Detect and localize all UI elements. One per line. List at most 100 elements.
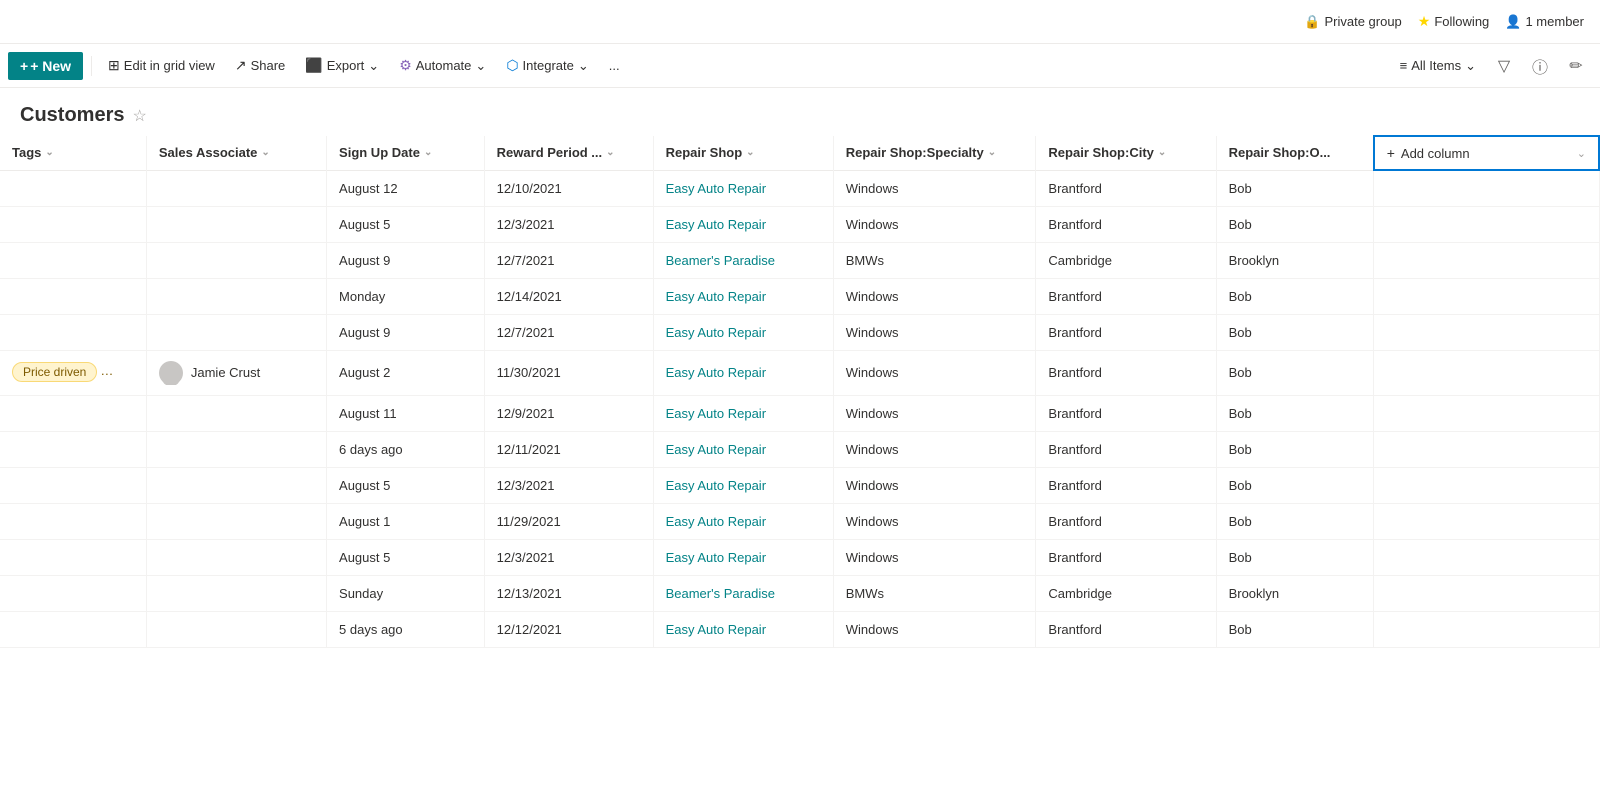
- favorite-star-icon[interactable]: ☆: [132, 106, 146, 126]
- col-header-reward-period[interactable]: Reward Period ... ⌄: [484, 136, 653, 170]
- cell-sign-up-date: August 9: [327, 242, 485, 278]
- col-header-repair-specialty[interactable]: Repair Shop:Specialty ⌄: [833, 136, 1036, 170]
- cell-tags: [0, 170, 146, 206]
- cell-add-column: [1374, 611, 1599, 647]
- cell-repair-shop[interactable]: Easy Auto Repair: [653, 431, 833, 467]
- table-row: August 912/7/2021Beamer's ParadiseBMWsCa…: [0, 242, 1599, 278]
- cell-repair-owner: Brooklyn: [1216, 242, 1374, 278]
- cell-sales-associate: [146, 242, 326, 278]
- cell-repair-city: Brantford: [1036, 431, 1216, 467]
- cell-tags: [0, 395, 146, 431]
- cell-repair-owner: Bob: [1216, 314, 1374, 350]
- cell-repair-specialty: Windows: [833, 170, 1036, 206]
- col-header-repair-shop[interactable]: Repair Shop ⌄: [653, 136, 833, 170]
- cell-reward-period: 12/7/2021: [484, 314, 653, 350]
- cell-repair-specialty: Windows: [833, 539, 1036, 575]
- col-header-sign-up-date[interactable]: Sign Up Date ⌄: [327, 136, 485, 170]
- person-icon: 👤: [1505, 14, 1521, 30]
- more-button[interactable]: ...: [601, 53, 628, 78]
- share-icon: ↗: [235, 57, 247, 74]
- add-column-button[interactable]: + Add column ⌄: [1387, 145, 1586, 161]
- cell-reward-period: 12/10/2021: [484, 170, 653, 206]
- cell-repair-shop[interactable]: Easy Auto Repair: [653, 278, 833, 314]
- add-column-header[interactable]: + Add column ⌄: [1374, 136, 1599, 170]
- cell-repair-city: Brantford: [1036, 611, 1216, 647]
- cell-add-column: [1374, 242, 1599, 278]
- table-header-row: Tags ⌄ Sales Associate ⌄ Sign Up Date ⌄: [0, 136, 1599, 170]
- integrate-button[interactable]: ⬡ Integrate ⌄: [498, 52, 596, 79]
- cell-sales-associate: [146, 314, 326, 350]
- cell-repair-owner: Bob: [1216, 431, 1374, 467]
- cell-reward-period: 11/30/2021: [484, 350, 653, 395]
- cell-reward-period: 12/3/2021: [484, 539, 653, 575]
- cell-reward-period: 12/7/2021: [484, 242, 653, 278]
- cell-sign-up-date: August 12: [327, 170, 485, 206]
- cell-repair-specialty: BMWs: [833, 575, 1036, 611]
- avatar: [159, 361, 183, 385]
- chevron-down-icon: ⌄: [368, 58, 379, 74]
- plus-icon: +: [1387, 145, 1395, 161]
- star-icon: ★: [1418, 13, 1431, 30]
- cell-repair-owner: Bob: [1216, 539, 1374, 575]
- cell-repair-city: Brantford: [1036, 503, 1216, 539]
- cell-repair-owner: Bob: [1216, 206, 1374, 242]
- cell-repair-city: Brantford: [1036, 314, 1216, 350]
- chevron-down-icon: ⌄: [746, 147, 754, 158]
- chevron-down-icon: ⌄: [424, 147, 432, 158]
- cell-repair-shop[interactable]: Easy Auto Repair: [653, 539, 833, 575]
- cell-sign-up-date: August 1: [327, 503, 485, 539]
- cell-repair-shop[interactable]: Beamer's Paradise: [653, 242, 833, 278]
- cell-sales-associate: [146, 395, 326, 431]
- pencil-icon: ✏: [1569, 56, 1582, 76]
- new-button[interactable]: + + New: [8, 52, 83, 80]
- col-header-tags[interactable]: Tags ⌄: [0, 136, 146, 170]
- filter-button[interactable]: ▽: [1488, 50, 1520, 82]
- share-button[interactable]: ↗ Share: [227, 52, 293, 79]
- cell-repair-owner: Bob: [1216, 611, 1374, 647]
- cell-repair-owner: Bob: [1216, 467, 1374, 503]
- page-title: Customers: [20, 104, 124, 127]
- cell-repair-shop[interactable]: Easy Auto Repair: [653, 467, 833, 503]
- separator: [91, 56, 92, 76]
- cell-add-column: [1374, 278, 1599, 314]
- cell-repair-shop[interactable]: Easy Auto Repair: [653, 503, 833, 539]
- col-header-repair-city[interactable]: Repair Shop:City ⌄: [1036, 136, 1216, 170]
- table-row: Sunday12/13/2021Beamer's ParadiseBMWsCam…: [0, 575, 1599, 611]
- export-button[interactable]: ⬛ Export ⌄: [297, 52, 387, 79]
- col-header-sales-associate[interactable]: Sales Associate ⌄: [146, 136, 326, 170]
- view-icon: ≡: [1400, 58, 1408, 73]
- cell-sign-up-date: 5 days ago: [327, 611, 485, 647]
- info-button[interactable]: ⓘ: [1524, 50, 1556, 82]
- chevron-down-icon: ⌄: [475, 58, 486, 74]
- customers-table: Tags ⌄ Sales Associate ⌄ Sign Up Date ⌄: [0, 135, 1600, 648]
- table-row: August 512/3/2021Easy Auto RepairWindows…: [0, 206, 1599, 242]
- cell-sales-associate: [146, 611, 326, 647]
- cell-repair-shop[interactable]: Easy Auto Repair: [653, 170, 833, 206]
- table-container: Tags ⌄ Sales Associate ⌄ Sign Up Date ⌄: [0, 135, 1600, 648]
- info-icon: ⓘ: [1532, 54, 1548, 78]
- cell-repair-city: Cambridge: [1036, 575, 1216, 611]
- col-header-repair-owner[interactable]: Repair Shop:O...: [1216, 136, 1374, 170]
- automate-button[interactable]: ⚙ Automate ⌄: [391, 52, 494, 79]
- cell-repair-shop[interactable]: Easy Auto Repair: [653, 206, 833, 242]
- excel-icon: ⬛: [305, 57, 322, 74]
- cell-sales-associate: [146, 431, 326, 467]
- cell-repair-shop[interactable]: Easy Auto Repair: [653, 314, 833, 350]
- cell-reward-period: 12/3/2021: [484, 467, 653, 503]
- cell-sales-associate: [146, 278, 326, 314]
- edit-button[interactable]: ✏: [1560, 50, 1592, 82]
- following-button[interactable]: ★ Following: [1418, 13, 1489, 30]
- cell-repair-shop[interactable]: Easy Auto Repair: [653, 395, 833, 431]
- associate-cell: Jamie Crust: [159, 361, 314, 385]
- edit-grid-button[interactable]: ⊞ Edit in grid view: [100, 52, 223, 79]
- cell-reward-period: 12/3/2021: [484, 206, 653, 242]
- cell-sales-associate: [146, 206, 326, 242]
- all-items-button[interactable]: ≡ All Items ⌄: [1392, 53, 1484, 79]
- cell-repair-shop[interactable]: Easy Auto Repair: [653, 350, 833, 395]
- cell-repair-specialty: Windows: [833, 611, 1036, 647]
- cell-repair-owner: Brooklyn: [1216, 575, 1374, 611]
- cell-repair-shop[interactable]: Beamer's Paradise: [653, 575, 833, 611]
- cell-repair-city: Brantford: [1036, 467, 1216, 503]
- cell-repair-shop[interactable]: Easy Auto Repair: [653, 611, 833, 647]
- tag-badge[interactable]: Price driven: [12, 362, 97, 382]
